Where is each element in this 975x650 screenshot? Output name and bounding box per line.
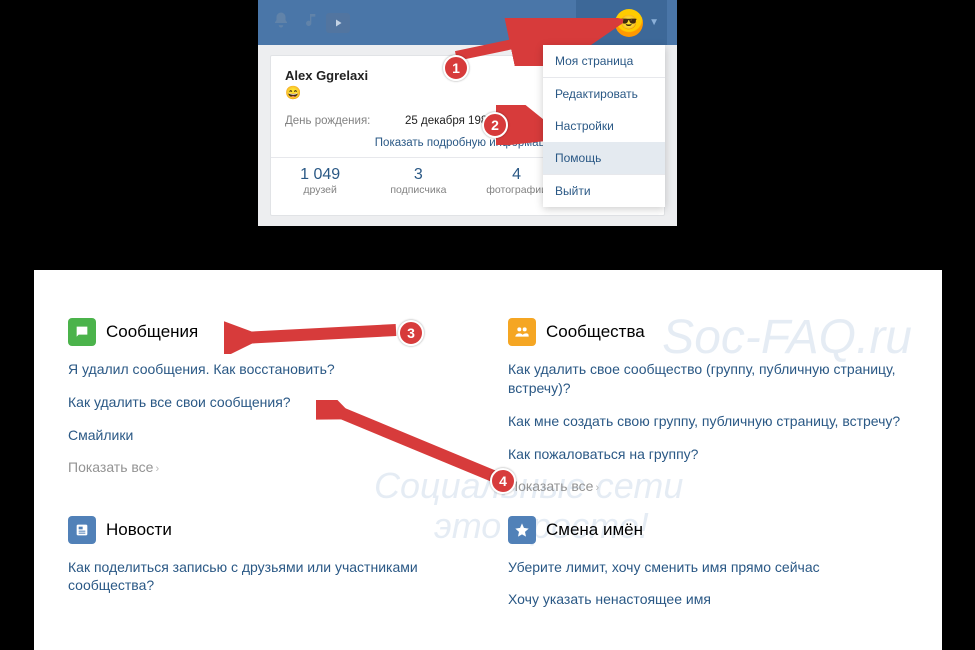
help-categories-panel: Soc-FAQ.ru Социальные сети это просто! С…: [34, 270, 942, 650]
help-link[interactable]: Я удалил сообщения. Как восстановить?: [68, 360, 468, 379]
messages-icon: [68, 318, 96, 346]
help-link[interactable]: Смайлики: [68, 426, 468, 445]
user-dropdown: Моя страница Редактировать Настройки Пом…: [543, 45, 665, 207]
music-icon[interactable]: [304, 12, 320, 33]
menu-settings[interactable]: Настройки: [543, 110, 665, 142]
stat-friends[interactable]: 1 049друзей: [271, 166, 369, 196]
category-title: Новости: [106, 520, 172, 540]
help-link[interactable]: Как поделиться записью с друзьями или уч…: [68, 558, 468, 596]
help-link[interactable]: Хочу указать ненастоящее имя: [508, 590, 908, 609]
username: Alex: [584, 16, 609, 30]
chevron-right-icon: ›: [595, 482, 599, 494]
groups-icon: [508, 318, 536, 346]
annotation-badge-4: 4: [490, 468, 516, 494]
stat-followers[interactable]: 3подписчика: [369, 166, 467, 196]
user-menu-trigger[interactable]: Alex 😎 ▼: [576, 0, 667, 45]
annotation-badge-1: 1: [443, 55, 469, 81]
menu-help[interactable]: Помощь: [543, 142, 665, 174]
annotation-badge-2: 2: [482, 112, 508, 138]
category-names: Смена имён Уберите лимит, хочу сменить и…: [508, 516, 908, 624]
avatar: 😎: [615, 9, 643, 37]
help-link[interactable]: Как мне создать свою группу, публичную с…: [508, 412, 908, 431]
topbar: Alex 😎 ▼: [258, 0, 677, 45]
menu-logout[interactable]: Выйти: [543, 174, 665, 207]
chevron-right-icon: ›: [155, 463, 159, 475]
category-groups: Сообщества Как удалить свое сообщество (…: [508, 318, 908, 496]
star-icon: [508, 516, 536, 544]
category-title: Сообщения: [106, 322, 198, 342]
category-title: Сообщества: [546, 322, 645, 342]
help-link[interactable]: Как удалить свое сообщество (группу, пуб…: [508, 360, 908, 398]
menu-my-page[interactable]: Моя страница: [543, 45, 665, 77]
show-all-link[interactable]: Показать все›: [508, 478, 599, 494]
category-title: Смена имён: [546, 520, 643, 540]
help-link[interactable]: Как удалить все свои сообщения?: [68, 393, 468, 412]
help-link[interactable]: Уберите лимит, хочу сменить имя прямо се…: [508, 558, 908, 577]
show-all-link[interactable]: Показать все›: [68, 459, 159, 475]
bell-icon[interactable]: [272, 11, 290, 34]
play-icon[interactable]: [326, 13, 350, 33]
birthday-label: День рождения:: [285, 115, 405, 127]
vk-profile-panel: Alex 😎 ▼ Моя страница Редактировать Наст…: [258, 0, 677, 226]
category-news: Новости Как поделиться записью с друзьям…: [68, 516, 468, 624]
help-link[interactable]: Как пожаловаться на группу?: [508, 445, 908, 464]
news-icon: [68, 516, 96, 544]
menu-edit[interactable]: Редактировать: [543, 77, 665, 110]
annotation-badge-3: 3: [398, 320, 424, 346]
chevron-down-icon: ▼: [649, 17, 659, 28]
